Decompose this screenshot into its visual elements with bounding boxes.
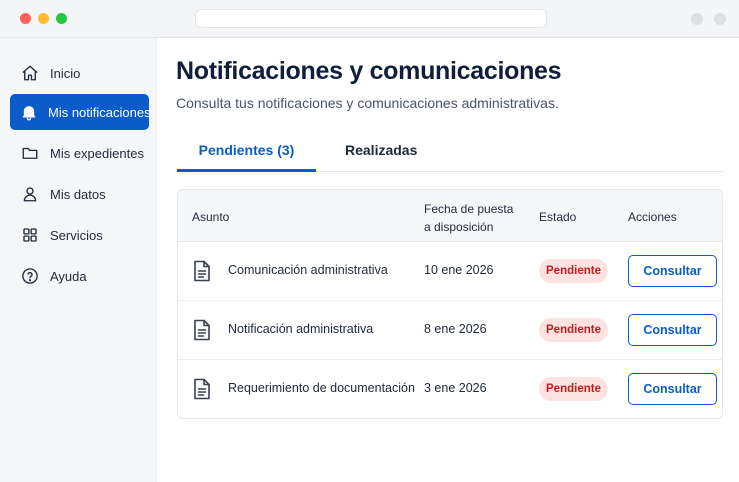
window-titlebar — [0, 0, 739, 38]
sidebar-item-mis-datos[interactable]: Mis datos — [10, 176, 149, 212]
table-row: Notificación administrativa 8 ene 2026 P… — [178, 301, 722, 360]
tab-realizadas[interactable]: Realizadas — [345, 142, 417, 172]
column-header-estado: Estado — [539, 210, 577, 224]
sidebar-item-mis-notificaciones[interactable]: Mis notificaciones — [10, 94, 151, 130]
status-badge: Pendiente — [539, 259, 608, 283]
sidebar-item-inicio[interactable]: Inicio — [10, 55, 149, 91]
sidebar-item-label: Mis notificaciones — [48, 104, 151, 120]
notifications-table: Asunto Fecha de puesta a disposición Est… — [177, 189, 723, 419]
address-bar[interactable] — [195, 9, 547, 28]
sidebar-item-label: Mis datos — [50, 186, 106, 202]
close-window-button[interactable] — [20, 13, 31, 24]
status-badge: Pendiente — [539, 318, 608, 342]
row-asunto: Comunicación administrativa — [228, 263, 388, 277]
sidebar-item-ayuda[interactable]: Ayuda — [10, 258, 149, 294]
row-fecha: 3 ene 2026 — [424, 381, 487, 395]
status-badge: Pendiente — [539, 377, 608, 401]
column-header-fecha: Fecha de puesta a disposición — [424, 200, 524, 236]
sidebar-item-label: Servicios — [50, 227, 103, 243]
table-header: Asunto Fecha de puesta a disposición Est… — [178, 190, 722, 242]
tab-pendientes[interactable]: Pendientes (3) — [177, 142, 316, 172]
consultar-button[interactable]: Consultar — [628, 314, 717, 346]
sidebar-item-servicios[interactable]: Servicios — [10, 217, 149, 253]
sidebar: Inicio Mis notificaciones Mis expediente… — [0, 38, 157, 482]
consultar-button[interactable]: Consultar — [628, 255, 717, 287]
tab-bar: Pendientes (3) Realizadas — [177, 132, 723, 172]
window-control-left[interactable] — [691, 13, 703, 25]
user-icon — [20, 184, 40, 204]
document-icon — [192, 319, 212, 341]
table-row: Comunicación administrativa 10 ene 2026 … — [178, 242, 722, 301]
sidebar-item-label: Mis expedientes — [50, 145, 144, 161]
row-asunto: Requerimiento de documentación — [228, 381, 415, 395]
home-icon — [20, 63, 40, 83]
bell-icon — [20, 102, 38, 122]
column-header-acciones: Acciones — [628, 210, 677, 224]
column-header-fecha-line1: Fecha de puesta — [424, 202, 514, 216]
row-asunto: Notificación administrativa — [228, 322, 374, 336]
page-subtitle: Consulta tus notificaciones y comunicaci… — [176, 95, 559, 111]
sidebar-item-label: Ayuda — [50, 268, 87, 284]
consultar-button[interactable]: Consultar — [628, 373, 717, 405]
sidebar-item-label: Inicio — [50, 65, 81, 81]
table-row: Requerimiento de documentación 3 ene 202… — [178, 360, 722, 418]
column-header-fecha-line2: a disposición — [424, 220, 494, 234]
page-title: Notificaciones y comunicaciones — [176, 57, 562, 85]
document-icon — [192, 378, 212, 400]
main-content: Notificaciones y comunicaciones Consulta… — [157, 38, 739, 482]
folder-icon — [20, 143, 40, 163]
row-fecha: 10 ene 2026 — [424, 263, 494, 277]
help-circle-icon — [20, 266, 40, 286]
maximize-window-button[interactable] — [56, 13, 67, 24]
minimize-window-button[interactable] — [38, 13, 49, 24]
window-control-right[interactable] — [714, 13, 726, 25]
column-header-asunto: Asunto — [192, 210, 230, 224]
document-icon — [192, 260, 212, 282]
grid-icon — [20, 225, 40, 245]
sidebar-item-mis-expedientes[interactable]: Mis expedientes — [10, 135, 149, 171]
row-fecha: 8 ene 2026 — [424, 322, 487, 336]
